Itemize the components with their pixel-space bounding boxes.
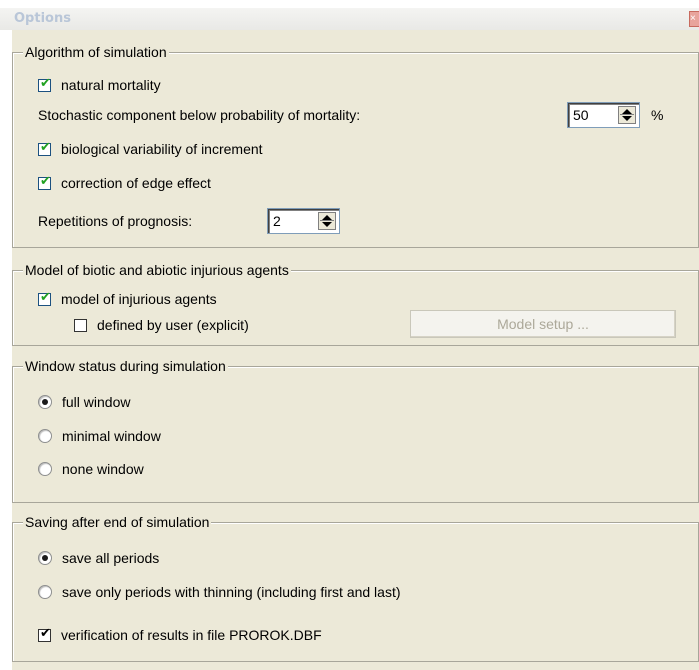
verification-checkbox[interactable]: ✔ verification of results in file PROROK…	[38, 625, 322, 645]
stochastic-label: Stochastic component below probability o…	[38, 107, 361, 123]
stochastic-spinner[interactable]: 50	[567, 102, 640, 128]
repetitions-label: Repetitions of prognosis:	[38, 213, 193, 229]
none-window-radio[interactable]: none window	[38, 459, 144, 479]
model-setup-button[interactable]: Model setup ...	[410, 310, 676, 338]
window-title: Options	[14, 11, 71, 26]
percent-row: %	[651, 105, 663, 125]
close-icon: ×	[690, 13, 696, 24]
minimal-window-radio[interactable]: minimal window	[38, 426, 161, 446]
checkmark-icon: ✔	[40, 625, 51, 641]
window-status-legend: Window status during simulation	[23, 358, 228, 374]
none-window-radio-button[interactable]	[38, 462, 52, 476]
dialog-client: Algorithm of simulation ✔ natural mortal…	[12, 30, 699, 670]
edge-effect-checkbox[interactable]: ✔ correction of edge effect	[38, 173, 211, 193]
stochastic-spin-buttons[interactable]	[618, 106, 636, 124]
save-all-label: save all periods	[62, 550, 160, 566]
algorithm-legend: Algorithm of simulation	[23, 44, 169, 60]
full-window-radio-button[interactable]	[38, 395, 52, 409]
injurious-legend: Model of biotic and abiotic injurious ag…	[23, 262, 291, 278]
algorithm-group: Algorithm of simulation ✔ natural mortal…	[12, 44, 699, 248]
user-defined-label: defined by user (explicit)	[97, 317, 249, 333]
full-window-label: full window	[62, 394, 131, 410]
checkmark-icon: ✔	[40, 139, 51, 155]
natural-mortality-label: natural mortality	[61, 77, 161, 93]
saving-group: Saving after end of simulation save all …	[12, 514, 699, 662]
spin-down-icon[interactable]	[622, 116, 632, 121]
bio-variability-label: biological variability of increment	[61, 141, 263, 157]
natural-mortality-checkbox[interactable]: ✔ natural mortality	[38, 75, 161, 95]
injurious-model-checkbox[interactable]: ✔ model of injurious agents	[38, 289, 217, 309]
save-thinning-radio-button[interactable]	[38, 585, 52, 599]
repetitions-spinner[interactable]: 2	[267, 208, 340, 234]
saving-legend: Saving after end of simulation	[23, 514, 212, 530]
minimal-window-label: minimal window	[62, 428, 161, 444]
save-all-radio[interactable]: save all periods	[38, 548, 159, 568]
verification-check[interactable]: ✔	[38, 625, 51, 642]
stochastic-row: Stochastic component below probability o…	[38, 105, 360, 125]
repetitions-row: Repetitions of prognosis:	[38, 211, 192, 231]
full-window-radio[interactable]: full window	[38, 392, 130, 412]
edge-effect-label: correction of edge effect	[61, 175, 211, 191]
title-bar[interactable]: Options ×	[0, 8, 699, 30]
none-window-label: none window	[62, 461, 144, 477]
spin-down-icon[interactable]	[322, 222, 332, 227]
user-defined-checkbox[interactable]: defined by user (explicit)	[74, 315, 249, 335]
bio-variability-checkbox[interactable]: ✔ biological variability of increment	[38, 139, 263, 159]
repetitions-spin-buttons[interactable]	[318, 212, 336, 230]
verification-label: verification of results in file PROROK.D…	[61, 627, 322, 643]
radio-dot-icon	[42, 399, 48, 405]
window-status-group: Window status during simulation full win…	[12, 358, 699, 503]
checkmark-icon: ✔	[40, 173, 51, 189]
stochastic-value[interactable]: 50	[573, 107, 589, 123]
close-button[interactable]: ×	[689, 11, 699, 27]
injurious-model-check[interactable]: ✔	[38, 289, 51, 306]
radio-dot-icon	[42, 555, 48, 561]
percent-unit: %	[651, 107, 664, 123]
save-all-radio-button[interactable]	[38, 551, 52, 565]
repetitions-value[interactable]: 2	[273, 213, 281, 229]
checkmark-icon: ✔	[40, 75, 51, 91]
save-thinning-label: save only periods with thinning (includi…	[62, 584, 401, 600]
injurious-model-label: model of injurious agents	[61, 291, 217, 307]
minimal-window-radio-button[interactable]	[38, 429, 52, 443]
save-thinning-radio[interactable]: save only periods with thinning (includi…	[38, 582, 401, 602]
edge-effect-check[interactable]: ✔	[38, 173, 51, 190]
checkmark-icon: ✔	[40, 289, 51, 305]
user-defined-check[interactable]	[74, 318, 87, 332]
bio-variability-check[interactable]: ✔	[38, 139, 51, 156]
natural-mortality-check[interactable]: ✔	[38, 75, 51, 92]
